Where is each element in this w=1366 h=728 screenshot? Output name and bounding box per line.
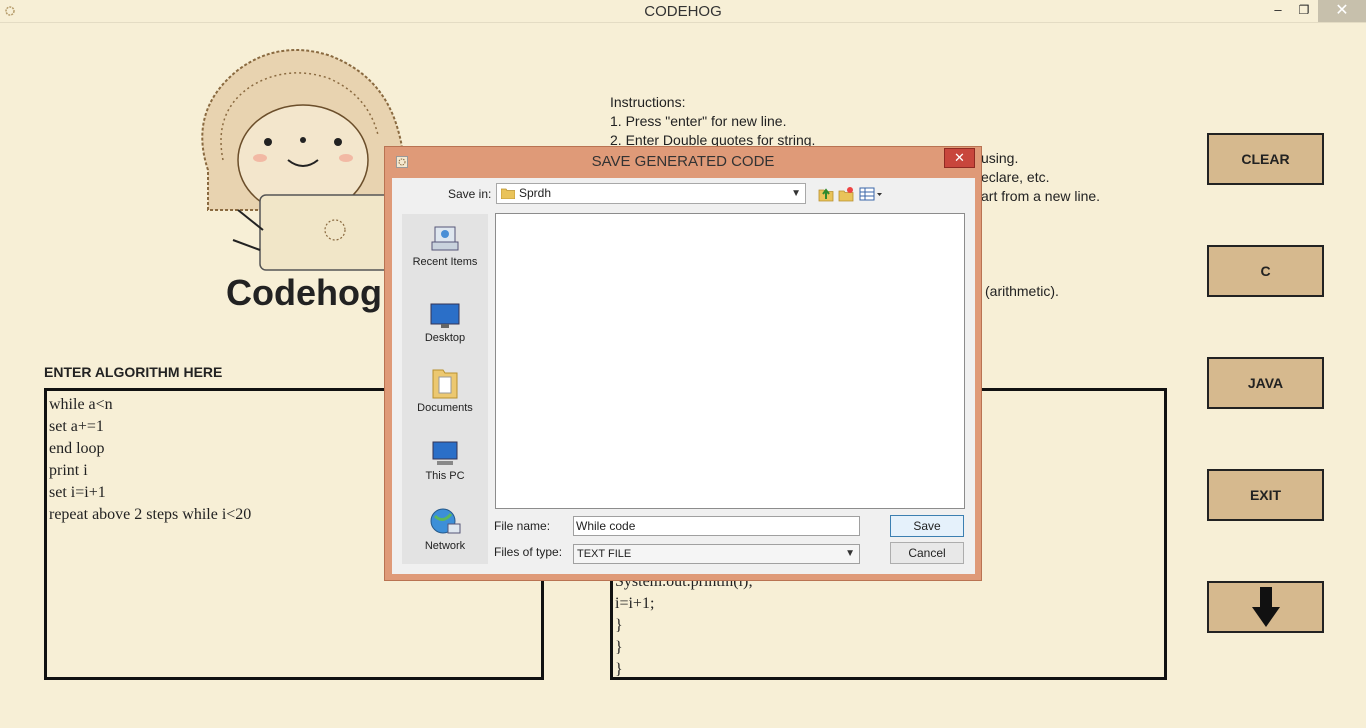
up-folder-icon[interactable] xyxy=(818,186,834,202)
place-desktop[interactable]: Desktop xyxy=(402,302,488,344)
instructions-heading: Instructions: xyxy=(610,94,686,110)
dialog-body: Save in: Sprdh ▼ Recent Items Desktop Do… xyxy=(392,178,975,574)
recent-items-icon xyxy=(431,226,459,251)
java-button[interactable]: JAVA xyxy=(1207,357,1324,409)
instruction-line-partial: (arithmetic). xyxy=(985,283,1059,299)
clear-button[interactable]: CLEAR xyxy=(1207,133,1324,185)
save-dialog: SAVE GENERATED CODE ✕ Save in: Sprdh ▼ R… xyxy=(384,146,982,581)
dialog-title: SAVE GENERATED CODE xyxy=(591,153,775,170)
arrow-down-icon xyxy=(1251,587,1280,627)
places-bar: Recent Items Desktop Documents This PC N… xyxy=(402,214,488,564)
code-line: i=i+1; xyxy=(615,595,655,612)
place-label: Recent Items xyxy=(412,256,478,268)
save-in-select[interactable]: Sprdh ▼ xyxy=(496,183,806,204)
file-name-input[interactable]: While code xyxy=(573,516,860,536)
place-label: Network xyxy=(424,540,466,552)
code-line: } xyxy=(615,639,623,656)
close-button[interactable]: ✕ xyxy=(1318,0,1366,22)
file-type-select[interactable]: TEXT FILE ▼ xyxy=(573,544,860,564)
file-list[interactable] xyxy=(495,213,965,509)
place-documents[interactable]: Documents xyxy=(402,366,488,414)
c-button[interactable]: C xyxy=(1207,245,1324,297)
save-in-label: Save in: xyxy=(448,187,492,201)
place-this-pc[interactable]: This PC xyxy=(402,440,488,482)
code-line: } xyxy=(615,661,623,678)
file-name-label: File name: xyxy=(494,519,551,533)
this-pc-icon xyxy=(432,441,458,465)
window-titlebar: CODEHOG – ❐ ✕ xyxy=(0,0,1366,23)
download-button[interactable] xyxy=(1207,581,1324,633)
logo-wordmark: Codehog xyxy=(226,272,382,313)
place-label: This PC xyxy=(425,470,465,482)
save-in-value: Sprdh xyxy=(519,186,552,200)
chevron-down-icon: ▼ xyxy=(845,548,855,559)
folder-icon xyxy=(501,188,515,199)
documents-icon xyxy=(432,369,458,399)
network-icon xyxy=(430,508,461,534)
window-title: CODEHOG xyxy=(644,3,722,20)
exit-button[interactable]: EXIT xyxy=(1207,469,1324,521)
new-folder-icon[interactable] xyxy=(838,186,854,202)
place-network[interactable]: Network xyxy=(402,506,488,552)
instruction-line-partial: eclare, etc. xyxy=(981,169,1050,185)
instruction-line-partial: art from a new line. xyxy=(981,188,1101,204)
place-recent-items[interactable]: Recent Items xyxy=(402,224,488,268)
file-type-value: TEXT FILE xyxy=(577,548,632,560)
instructions: Instructions: 1. Press "enter" for new l… xyxy=(610,93,815,150)
code-line: } xyxy=(615,617,623,634)
instruction-line-partial: using. xyxy=(981,150,1019,166)
place-label: Desktop xyxy=(424,332,466,344)
instruction-line: 1. Press "enter" for new line. xyxy=(610,113,787,129)
view-menu-icon[interactable] xyxy=(859,186,883,202)
minimize-button[interactable]: – xyxy=(1264,0,1292,22)
algorithm-label: ENTER ALGORITHM HERE xyxy=(44,364,223,380)
desktop-icon xyxy=(430,303,460,328)
file-type-label: Files of type: xyxy=(494,545,563,559)
maximize-button[interactable]: ❐ xyxy=(1290,0,1318,22)
dialog-close-button[interactable]: ✕ xyxy=(944,148,975,168)
place-label: Documents xyxy=(417,402,473,414)
chevron-down-icon: ▼ xyxy=(791,188,801,199)
save-button[interactable]: Save xyxy=(890,515,964,537)
cancel-button[interactable]: Cancel xyxy=(890,542,964,564)
